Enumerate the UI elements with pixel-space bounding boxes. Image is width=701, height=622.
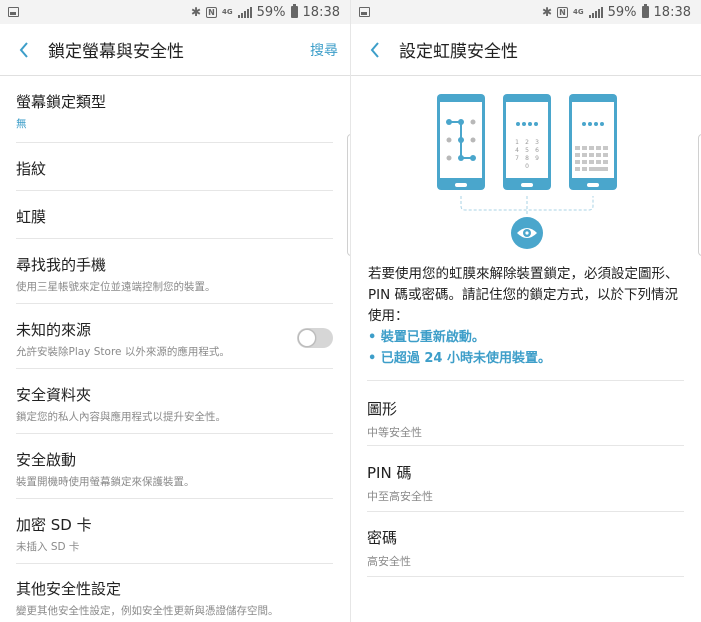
item-title: 虹膜 [16,208,47,226]
list-item-other-security-settings[interactable]: 其他安全性設定 變更其他安全性設定，例如安全性更新與憑證儲存空間。 [16,564,333,622]
option-title: 密碼 [367,529,398,547]
item-title: 尋找我的手機 [16,256,107,274]
list-item-unknown-sources[interactable]: 未知的來源 允許安裝除Play Store 以外來源的應用程式。 [16,304,333,369]
status-bar: ✱ N 4G 59% 18:38 [0,0,350,24]
network-type-label: 4G [222,7,233,16]
item-description: 使用三星帳號來定位並遠端控制您的裝置。 [16,281,216,293]
option-security-level: 高安全性 [367,555,411,568]
item-title: 加密 SD 卡 [16,516,92,534]
item-title: 安全啟動 [16,451,77,469]
item-description: 鎖定您的私人內容與應用程式以提升安全性。 [16,411,226,423]
item-title: 未知的來源 [16,321,92,339]
list-item-iris[interactable]: 虹膜 [16,191,333,239]
list-item-encrypt-sd-card[interactable]: 加密 SD 卡 未插入 SD 卡 [16,499,333,564]
item-title: 其他安全性設定 [16,580,122,598]
item-description: 裝置開機時使用螢幕鎖定來保護裝置。 [16,476,195,488]
nfc-icon: N [206,6,217,18]
option-title: 圖形 [367,400,398,418]
bluetooth-icon: ✱ [190,5,201,19]
list-item-find-my-mobile[interactable]: 尋找我的手機 使用三星帳號來定位並遠端控制您的裝置。 [16,239,333,304]
info-line: PIN 碼或密碼。請記住您的鎖定方式，以於下列情況 [368,287,679,303]
item-title: 安全資料夾 [16,386,92,404]
signal-icon [237,6,252,18]
battery-icon [290,4,298,18]
item-description: 未插入 SD 卡 [16,541,80,553]
back-arrow-icon [19,41,28,58]
iris-info-text: 若要使用您的虹膜來解除裝置鎖定，必須設定圖形、 PIN 碼或密碼。請記住您的鎖定… [351,264,701,369]
iris-eye-icon [511,217,543,249]
lock-screen-security-panel: ✱ N 4G 59% 18:38 鎖定螢幕與安全性 搜尋 螢幕鎖定類型 無 指紋 [0,0,350,622]
option-password[interactable]: 密碼 高安全性 [367,512,684,577]
info-bullet: • 已超過 24 小時未使用裝置。 [368,351,551,366]
list-item-fingerprint[interactable]: 指紋 [16,143,333,191]
battery-percent: 59% [256,4,286,20]
option-title: PIN 碼 [367,464,412,482]
list-item-secure-startup[interactable]: 安全啟動 裝置開機時使用螢幕鎖定來保護裝置。 [16,434,333,499]
screenshot-pair: ✱ N 4G 59% 18:38 鎖定螢幕與安全性 搜尋 螢幕鎖定類型 無 指紋 [0,0,701,622]
option-security-level: 中等安全性 [367,426,422,439]
lock-method-options: 圖形 中等安全性 PIN 碼 中至高安全性 密碼 高安全性 [351,380,701,577]
info-line: 若要使用您的虹膜來解除裝置鎖定，必須設定圖形、 [368,266,679,282]
toggle-knob [298,329,316,347]
option-pin[interactable]: PIN 碼 中至高安全性 [367,446,684,512]
gallery-notification-icon [8,7,19,17]
info-bullet: • 裝置已重新啟動。 [368,330,485,345]
list-item-screen-lock-type[interactable]: 螢幕鎖定類型 無 [16,76,333,143]
clock: 18:38 [302,4,340,20]
search-button[interactable]: 搜尋 [310,40,338,60]
list-item-secure-folder[interactable]: 安全資料夾 鎖定您的私人內容與應用程式以提升安全性。 [16,369,333,434]
option-pattern[interactable]: 圖形 中等安全性 [367,380,684,446]
lock-methods-illustration: 123 456 789 0 [351,0,701,260]
iris-security-panel: ✱ N 4G 59% 18:38 設定虹膜安全性 1 2 3 4 5 6 7 8… [350,0,701,622]
page-title: 鎖定螢幕與安全性 [48,42,184,62]
unknown-sources-toggle[interactable] [297,328,333,348]
app-bar: 鎖定螢幕與安全性 搜尋 [0,24,350,76]
back-button[interactable] [14,40,34,60]
item-value: 無 [16,118,27,130]
item-title: 螢幕鎖定類型 [16,93,107,111]
option-security-level: 中至高安全性 [367,490,433,503]
item-description: 變更其他安全性設定，例如安全性更新與憑證儲存空間。 [16,605,279,617]
item-title: 指紋 [16,160,47,178]
settings-list: 螢幕鎖定類型 無 指紋 虹膜 尋找我的手機 使用三星帳號來定位並遠端控制您的裝置… [0,76,350,622]
item-description: 允許安裝除Play Store 以外來源的應用程式。 [16,346,230,358]
info-line: 使用： [368,308,409,324]
